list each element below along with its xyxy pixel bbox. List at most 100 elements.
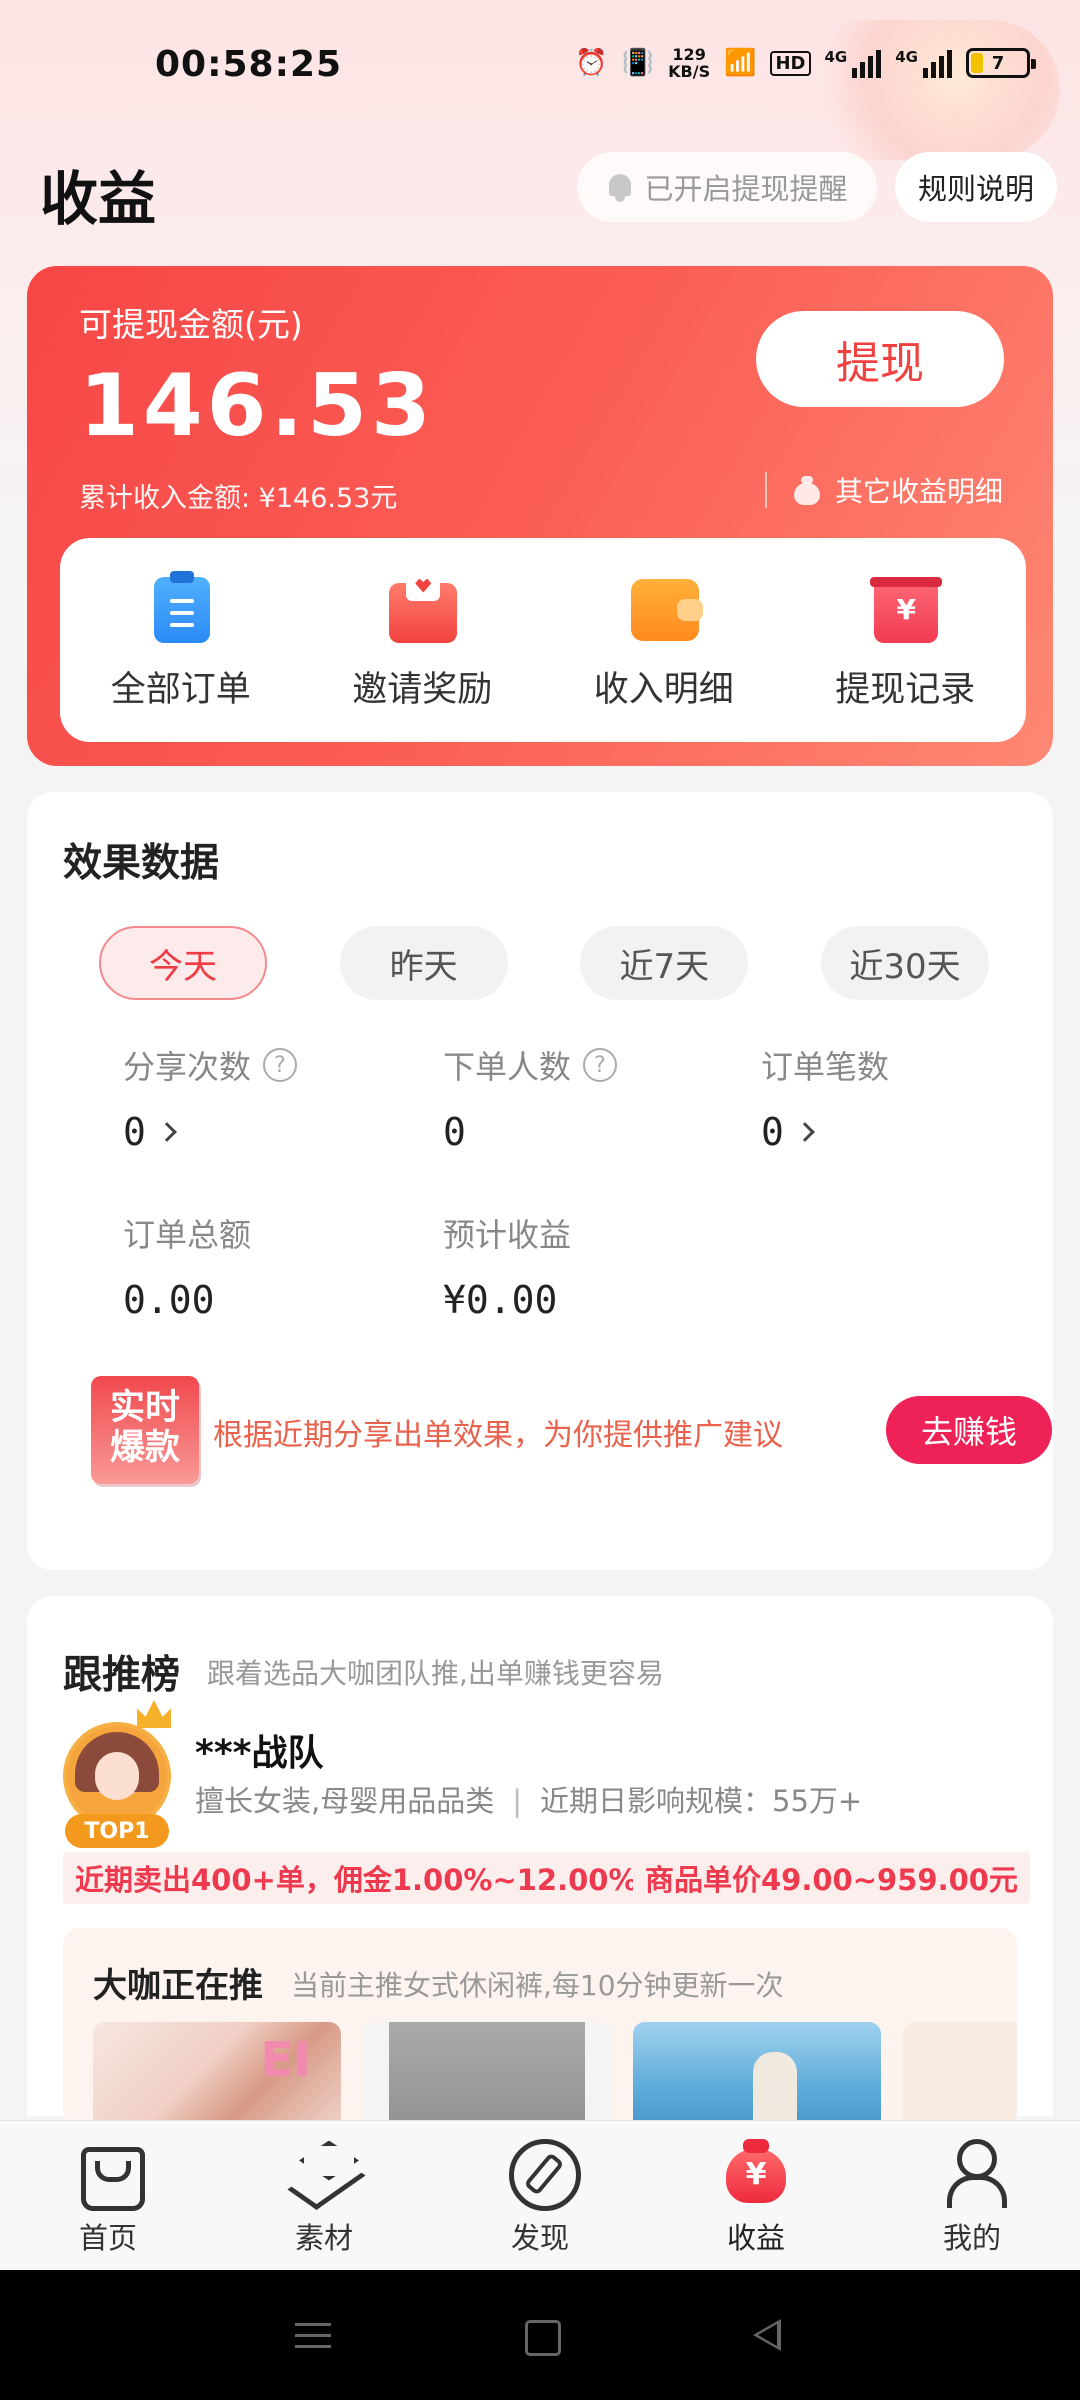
nav-label: 我的 bbox=[942, 2220, 1001, 2255]
invite-envelope-icon bbox=[383, 569, 461, 647]
price-tag: 商品单价49.00~959.00元 bbox=[633, 1852, 1030, 1904]
withdraw-reminder-toggle[interactable]: 已开启提现提醒 bbox=[577, 152, 877, 222]
nav-material[interactable]: 素材 bbox=[249, 2135, 399, 2257]
recent-apps-icon[interactable] bbox=[283, 2305, 343, 2365]
metric-order-count: 订单笔数 0 bbox=[761, 1042, 889, 1154]
withdraw-reminder-label: 已开启提现提醒 bbox=[644, 172, 848, 206]
date-range-tabs: 今天 昨天 近7天 近30天 bbox=[99, 926, 989, 1000]
now-pushing-section: 大咖正在推 当前主推女式休闲裤,每10分钟更新一次 bbox=[63, 1928, 1017, 2128]
tab-last-7-days[interactable]: 近7天 bbox=[580, 926, 749, 1000]
alarm-icon: ⏰ bbox=[575, 48, 608, 78]
metric-label: 分享次数 bbox=[123, 1048, 252, 1086]
metric-value: 0.00 bbox=[123, 1278, 215, 1322]
metric-share-count: 分享次数 ? 0 bbox=[123, 1042, 298, 1154]
hd-icon: HD bbox=[770, 50, 811, 76]
metric-value: ¥0.00 bbox=[443, 1278, 558, 1322]
hot-item-banner: 实时 爆款 根据近期分享出单效果，为你提供推广建议 去赚钱 bbox=[91, 1376, 1052, 1484]
metric-value: 0 bbox=[761, 1110, 784, 1154]
tab-today[interactable]: 今天 bbox=[99, 926, 267, 1000]
total-income-label: 累计收入金额: ¥146.53元 bbox=[79, 483, 398, 514]
metric-label: 下单人数 bbox=[443, 1048, 572, 1086]
nav-label: 收益 bbox=[726, 2220, 785, 2255]
metric-label: 订单笔数 bbox=[761, 1048, 890, 1086]
home-icon[interactable] bbox=[510, 2305, 570, 2365]
withdrawable-label: 可提现金额(元) bbox=[79, 305, 303, 344]
chevron-right-icon bbox=[156, 1122, 177, 1142]
withdrawable-amount: 146.53 bbox=[79, 356, 435, 456]
nav-label: 发现 bbox=[510, 2220, 569, 2255]
tab-yesterday[interactable]: 昨天 bbox=[339, 926, 508, 1000]
metric-buyer-count: 下单人数 ? 0 bbox=[443, 1042, 618, 1154]
earnings-card: 可提现金额(元) 146.53 累计收入金额: ¥146.53元 提现 其它收益… bbox=[27, 266, 1053, 766]
metric-estimated-income: 预计收益 ¥0.00 bbox=[443, 1210, 571, 1322]
withdraw-button[interactable]: 提现 bbox=[756, 311, 1004, 407]
crown-icon bbox=[137, 1700, 171, 1728]
signal-2-icon: 4G bbox=[895, 48, 952, 78]
quick-action-all-orders[interactable]: 全部订单 bbox=[81, 569, 281, 712]
nav-mine[interactable]: 我的 bbox=[897, 2135, 1047, 2257]
performance-data-title: 效果数据 bbox=[63, 841, 220, 886]
metric-value: 0 bbox=[443, 1110, 466, 1154]
withdraw-record-icon bbox=[866, 569, 944, 647]
rank-badge: TOP1 bbox=[65, 1814, 169, 1848]
quick-action-label: 邀请奖励 bbox=[352, 669, 493, 710]
metric-label: 预计收益 bbox=[443, 1216, 572, 1254]
vibrate-icon: 📳 bbox=[621, 48, 655, 78]
product-thumbnail[interactable] bbox=[903, 2022, 1017, 2128]
follow-ranking-card: 跟推榜 跟着选品大咖团队推,出单赚钱更容易 TOP1 ***战队 擅长女装,母婴… bbox=[27, 1596, 1053, 2128]
metric-order-total: 订单总额 0.00 bbox=[123, 1210, 251, 1322]
metric-value-link[interactable]: 0 bbox=[123, 1110, 297, 1154]
team-separator: | bbox=[512, 1784, 522, 1818]
go-earn-button[interactable]: 去赚钱 bbox=[886, 1396, 1052, 1464]
quick-action-invite-reward[interactable]: 邀请奖励 bbox=[322, 569, 522, 712]
nav-discover[interactable]: 发现 bbox=[465, 2135, 615, 2257]
nav-income[interactable]: 收益 bbox=[681, 2135, 831, 2257]
back-icon[interactable] bbox=[737, 2305, 797, 2365]
network-speed: 129 KB/S bbox=[668, 46, 710, 80]
battery-icon: 7 bbox=[966, 48, 1036, 78]
now-pushing-subtitle: 当前主推女式休闲裤,每10分钟更新一次 bbox=[291, 1969, 784, 2002]
now-pushing-title: 大咖正在推 bbox=[93, 1966, 263, 2006]
network-speed-unit: KB/S bbox=[668, 62, 711, 81]
team-scale: 近期日影响规模：55万+ bbox=[540, 1784, 863, 1818]
quick-action-withdraw-records[interactable]: 提现记录 bbox=[805, 569, 1005, 712]
product-thumbnail[interactable] bbox=[363, 2022, 611, 2128]
shopping-bag-icon bbox=[73, 2135, 145, 2211]
bell-icon bbox=[606, 172, 634, 202]
nav-label: 素材 bbox=[294, 2220, 353, 2255]
other-income-label: 其它收益明细 bbox=[834, 475, 1003, 508]
help-icon[interactable]: ? bbox=[583, 1048, 618, 1082]
quick-action-label: 提现记录 bbox=[835, 669, 976, 710]
battery-level: 7 bbox=[991, 52, 1005, 74]
nav-home[interactable]: 首页 bbox=[33, 2135, 183, 2257]
quick-action-label: 收入明细 bbox=[593, 669, 734, 710]
layers-icon bbox=[289, 2135, 359, 2205]
status-icons: ⏰ 📳 129 KB/S 📶 HD 4G 4G 7 bbox=[575, 46, 1036, 80]
team-description: 擅长女装,母婴用品品类 | 近期日影响规模：55万+ bbox=[195, 1778, 862, 1820]
team-name[interactable]: ***战队 bbox=[195, 1724, 323, 1776]
rules-button[interactable]: 规则说明 bbox=[895, 152, 1057, 222]
tab-last-30-days[interactable]: 近30天 bbox=[820, 926, 989, 1000]
hot-item-text: 根据近期分享出单效果，为你提供推广建议 bbox=[213, 1418, 783, 1453]
team-category: 擅长女装,母婴用品品类 bbox=[195, 1784, 495, 1818]
status-bar: 00:58:25 ⏰ 📳 129 KB/S 📶 HD 4G 4G 7 bbox=[0, 0, 1080, 130]
money-bag-icon bbox=[721, 2135, 791, 2205]
wallet-icon bbox=[625, 569, 703, 647]
product-thumbnail[interactable] bbox=[633, 2022, 881, 2128]
bottom-nav: 首页 素材 发现 收益 我的 bbox=[0, 2120, 1080, 2270]
status-time: 00:58:25 bbox=[155, 44, 343, 85]
follow-ranking-title: 跟推榜 bbox=[63, 1653, 181, 1698]
metric-value-link[interactable]: 0 bbox=[761, 1110, 889, 1154]
quick-actions-panel: 全部订单 邀请奖励 收入明细 提现记录 bbox=[60, 538, 1026, 742]
wifi-icon: 📶 bbox=[724, 48, 757, 78]
help-icon[interactable]: ? bbox=[263, 1048, 298, 1082]
follow-ranking-subtitle: 跟着选品大咖团队推,出单赚钱更容易 bbox=[207, 1657, 664, 1690]
other-income-link[interactable]: 其它收益明细 bbox=[764, 472, 1003, 508]
metric-label: 订单总额 bbox=[123, 1216, 252, 1254]
nav-label: 首页 bbox=[78, 2220, 137, 2255]
page-title: 收益 bbox=[40, 165, 157, 233]
hot-item-badge: 实时 爆款 bbox=[91, 1376, 199, 1484]
performance-data-card: 效果数据 今天 昨天 近7天 近30天 分享次数 ? 0 下单人数 ? 0 订单… bbox=[27, 792, 1053, 1570]
product-thumbnail[interactable] bbox=[93, 2022, 341, 2128]
quick-action-income-details[interactable]: 收入明细 bbox=[564, 569, 764, 712]
